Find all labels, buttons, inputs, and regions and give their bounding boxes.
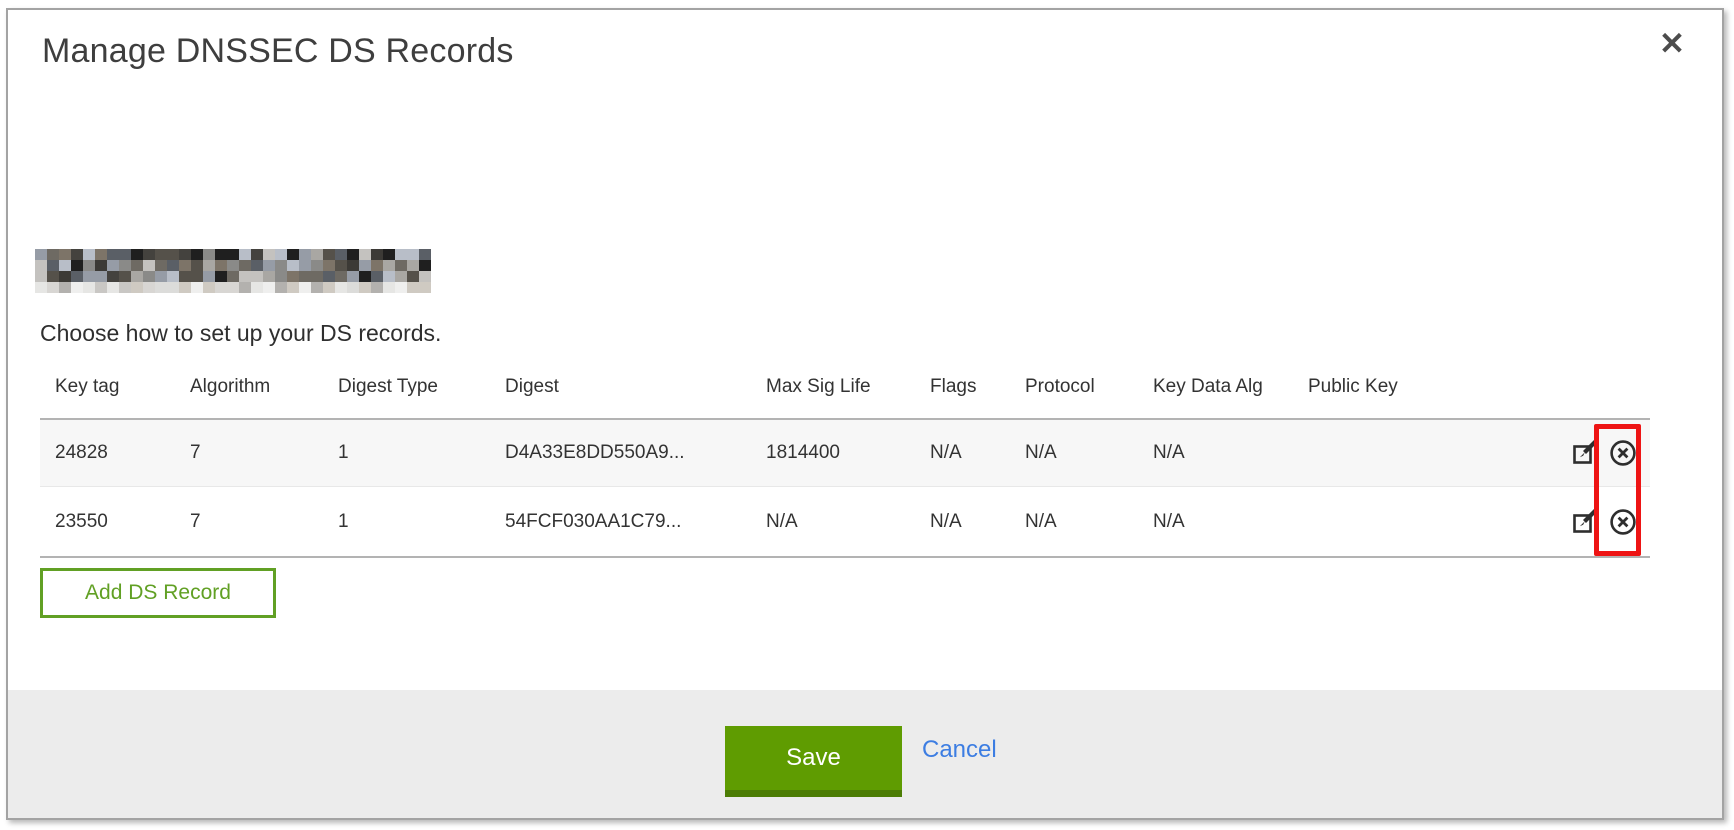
row-actions [1555, 507, 1650, 537]
column-header-digest: Digest [490, 376, 751, 398]
cell-flags: N/A [915, 511, 1010, 533]
circle-x-icon [1608, 507, 1638, 537]
column-header-flags: Flags [915, 376, 1010, 398]
edit-record-button[interactable] [1570, 507, 1600, 537]
column-header-protocol: Protocol [1010, 376, 1138, 398]
edit-icon [1571, 439, 1599, 467]
column-header-public-key: Public Key [1293, 376, 1555, 398]
close-icon: ✕ [1659, 26, 1685, 62]
cell-digest-type: 1 [323, 511, 490, 533]
delete-record-button[interactable] [1608, 438, 1638, 468]
redacted-domain-name [35, 249, 431, 293]
cell-digest: D4A33E8DD550A9... [490, 442, 751, 464]
column-header-key-data-alg: Key Data Alg [1138, 376, 1293, 398]
cancel-link[interactable]: Cancel [922, 736, 997, 764]
column-header-max-sig-life: Max Sig Life [751, 376, 915, 398]
page: Manage DNSSEC DS Records ✕ Choose how to… [0, 0, 1734, 830]
save-button[interactable]: Save [725, 726, 902, 797]
edit-icon [1571, 508, 1599, 536]
column-header-digest-type: Digest Type [323, 376, 490, 398]
table-row: 23550 7 1 54FCF030AA1C79... N/A N/A N/A … [40, 486, 1650, 558]
cell-key-tag: 24828 [40, 442, 175, 464]
cell-digest-type: 1 [323, 442, 490, 464]
table-row: 24828 7 1 D4A33E8DD550A9... 1814400 N/A … [40, 418, 1650, 486]
cell-key-tag: 23550 [40, 511, 175, 533]
cell-flags: N/A [915, 442, 1010, 464]
cell-max-sig-life: 1814400 [751, 442, 915, 464]
cell-algorithm: 7 [175, 511, 323, 533]
cell-key-data-alg: N/A [1138, 442, 1293, 464]
circle-x-icon [1608, 438, 1638, 468]
cell-protocol: N/A [1010, 511, 1138, 533]
ds-records-table: Key tag Algorithm Digest Type Digest Max… [40, 372, 1650, 558]
delete-record-button[interactable] [1608, 507, 1638, 537]
cell-protocol: N/A [1010, 442, 1138, 464]
close-button[interactable]: ✕ [1650, 22, 1694, 66]
add-ds-record-button[interactable]: Add DS Record [40, 568, 276, 618]
cell-digest: 54FCF030AA1C79... [490, 511, 751, 533]
cell-algorithm: 7 [175, 442, 323, 464]
cell-key-data-alg: N/A [1138, 511, 1293, 533]
row-actions [1555, 438, 1650, 468]
edit-record-button[interactable] [1570, 438, 1600, 468]
instruction-text: Choose how to set up your DS records. [40, 320, 441, 347]
column-header-algorithm: Algorithm [175, 376, 323, 398]
column-header-key-tag: Key tag [40, 376, 175, 398]
modal-title: Manage DNSSEC DS Records [42, 32, 514, 71]
cell-max-sig-life: N/A [751, 511, 915, 533]
table-header-row: Key tag Algorithm Digest Type Digest Max… [40, 372, 1650, 418]
